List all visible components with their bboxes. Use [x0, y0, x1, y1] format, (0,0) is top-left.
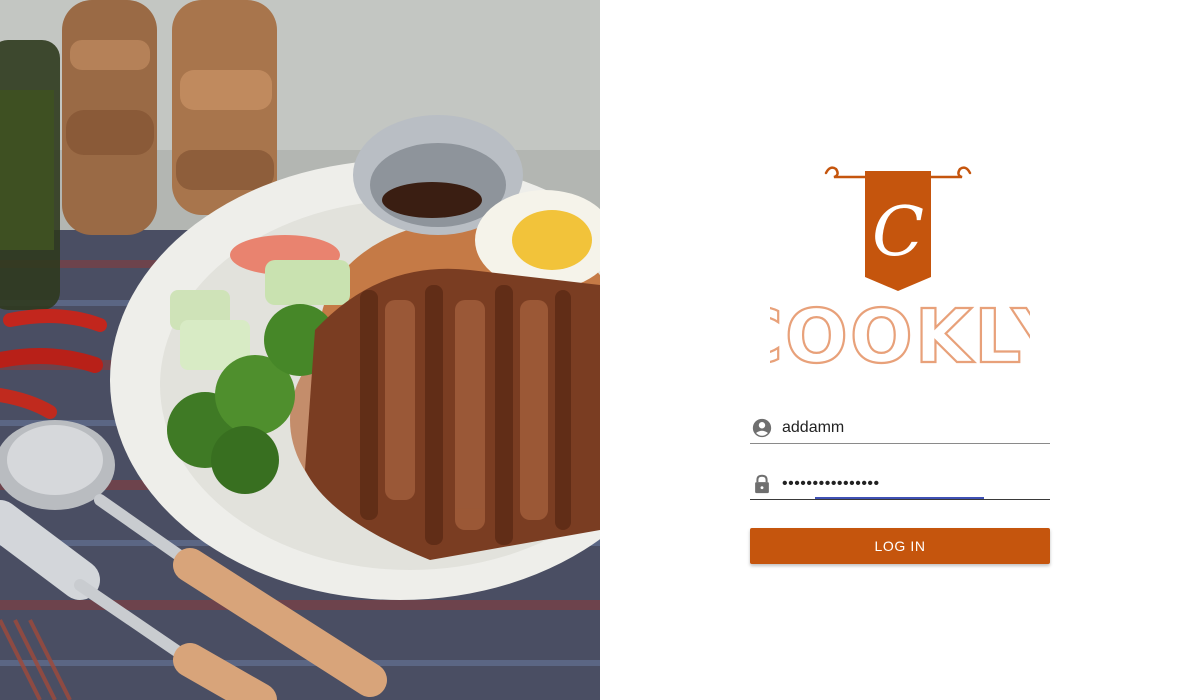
- login-page: C COOKLY LOG IN: [0, 0, 1200, 700]
- login-button[interactable]: LOG IN: [750, 528, 1050, 564]
- cookly-logo-graphic: C COOKLY: [728, 166, 1066, 381]
- lock-icon: [751, 473, 773, 495]
- username-input[interactable]: [782, 419, 1032, 437]
- password-input[interactable]: [782, 475, 1032, 493]
- cookly-logo: C COOKLY: [728, 155, 1066, 381]
- username-field: [750, 413, 1050, 444]
- logo-wordmark: COOKLY: [770, 294, 1030, 370]
- account-circle-icon: [751, 417, 773, 439]
- password-field: [750, 469, 1050, 500]
- password-focus-underline: [815, 497, 984, 499]
- food-photo-illustration: [0, 0, 600, 700]
- hero-food-image: [0, 0, 600, 700]
- logo-monogram: C: [872, 193, 924, 272]
